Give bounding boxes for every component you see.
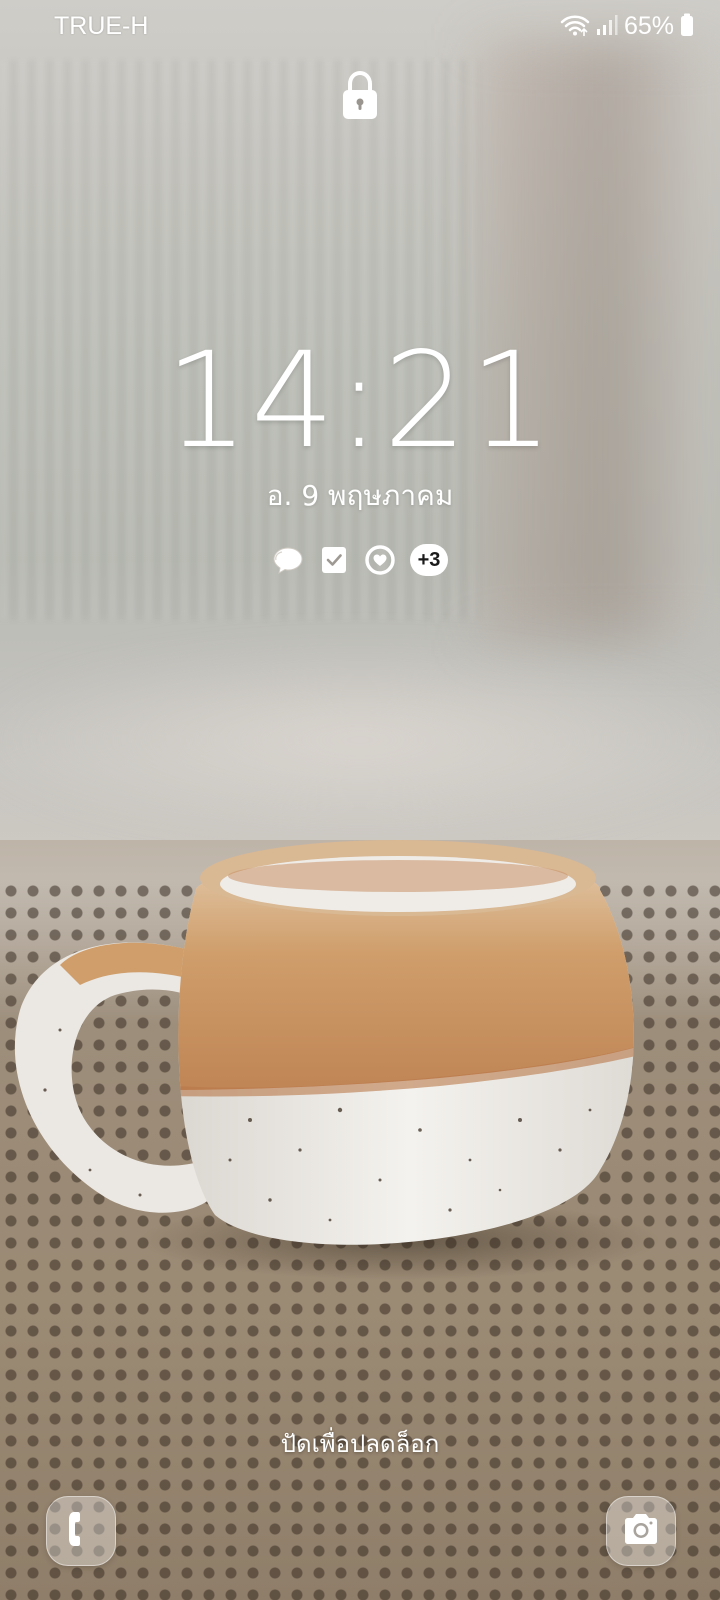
camera-shortcut-button[interactable] xyxy=(606,1496,676,1566)
phone-icon xyxy=(66,1509,96,1553)
wallpaper xyxy=(0,0,720,1600)
camera-icon xyxy=(621,1512,661,1550)
battery-icon xyxy=(680,13,694,41)
notification-icons[interactable]: +3 xyxy=(0,544,720,576)
wallpaper-mug xyxy=(14,840,660,1280)
battery-percent: 65% xyxy=(623,12,674,40)
status-indicators: 65% xyxy=(560,12,694,41)
lockscreen-date: อ. 9 พฤษภาคม xyxy=(266,479,454,512)
checklist-icon[interactable] xyxy=(318,544,350,576)
lockscreen-clock: 14:21 xyxy=(0,324,720,478)
more-notifications-badge[interactable]: +3 xyxy=(410,544,448,576)
swipe-to-unlock-hint: ปัดเพื่อปลดล็อก xyxy=(280,1430,440,1458)
status-bar: TRUE-H 65% xyxy=(0,0,720,56)
clock-hours: 14 xyxy=(164,324,337,478)
phone-shortcut-button[interactable] xyxy=(46,1496,116,1566)
wifi-icon xyxy=(560,13,590,41)
chat-bubble-icon[interactable] xyxy=(272,544,304,576)
cellular-signal-icon xyxy=(596,14,618,40)
clock-minutes: 21 xyxy=(383,324,556,478)
padlock-icon xyxy=(336,70,384,122)
heart-circle-icon[interactable] xyxy=(364,544,396,576)
carrier-name: TRUE-H xyxy=(54,12,149,40)
clock-separator: : xyxy=(336,324,384,478)
